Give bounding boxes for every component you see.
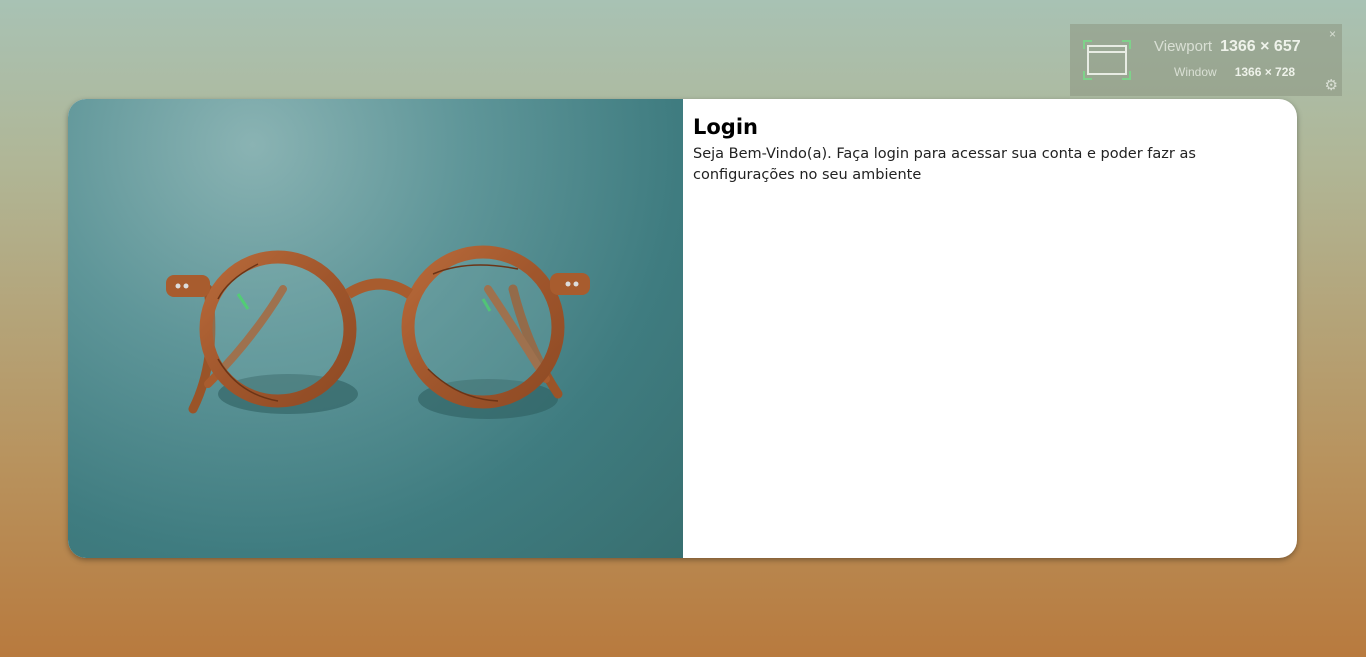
glasses-photo xyxy=(68,99,683,558)
login-title: Login xyxy=(693,115,758,139)
viewport-value: 1366 × 657 xyxy=(1220,38,1301,55)
window-label: Window xyxy=(1174,65,1217,79)
login-content: Login Seja Bem-Vindo(a). Faça login para… xyxy=(693,113,1283,186)
login-card: Login Seja Bem-Vindo(a). Faça login para… xyxy=(68,99,1297,558)
login-subtitle: Seja Bem-Vindo(a). Faça login para acess… xyxy=(693,146,1196,183)
window-value: 1366 × 728 xyxy=(1234,65,1296,79)
browser-window-icon xyxy=(1083,40,1131,80)
eyeglasses-illustration xyxy=(166,245,590,419)
window-row: Window 1366 × 728 xyxy=(1174,65,1295,79)
viewport-size-widget: Viewport 1366 × 657 Window 1366 × 728 × ⚙ xyxy=(1070,24,1342,96)
gear-icon[interactable]: ⚙ xyxy=(1325,76,1338,94)
viewport-row: Viewport 1366 × 657 xyxy=(1154,38,1301,56)
viewport-label: Viewport xyxy=(1154,38,1213,55)
close-icon[interactable]: × xyxy=(1329,27,1336,41)
